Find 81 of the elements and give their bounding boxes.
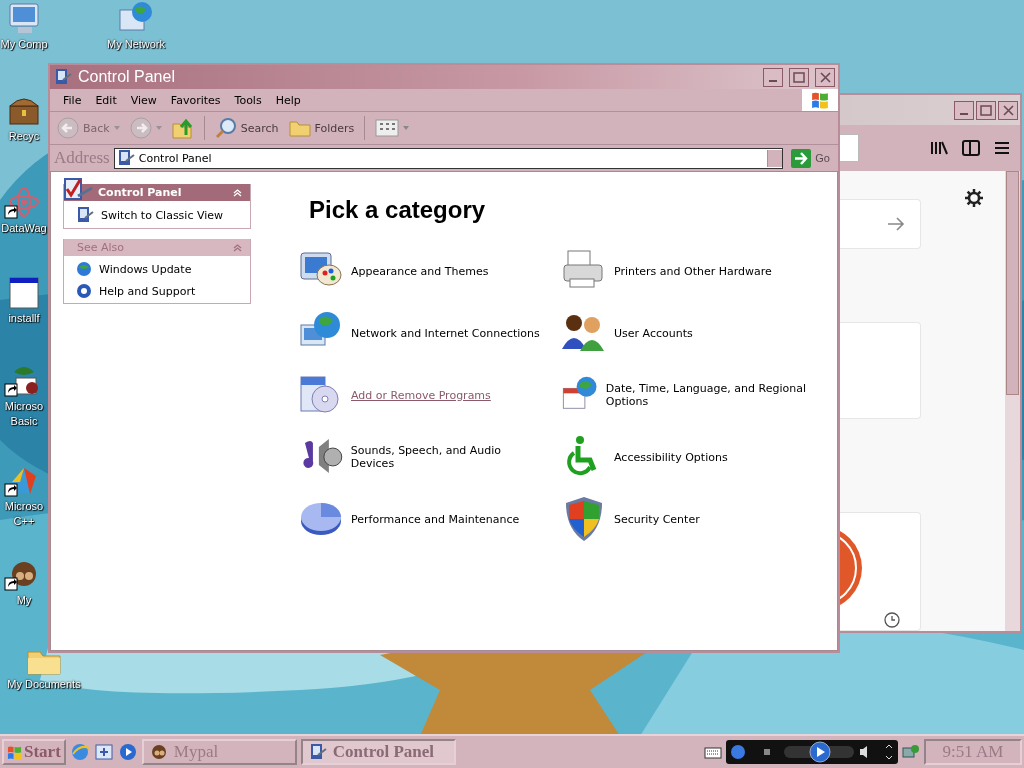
maximize-button[interactable] (976, 100, 996, 120)
folder-up-icon (171, 117, 194, 139)
category-link[interactable]: Sounds, Speech, and Audio Devices (297, 426, 547, 488)
views-icon (375, 119, 400, 137)
collapse-icon (233, 188, 242, 197)
category-link[interactable]: Appearance and Themes (297, 240, 547, 302)
menu-item[interactable]: Help (268, 93, 308, 107)
category-link[interactable]: Date, Time, Language, and Regional Options (560, 364, 810, 426)
globe-icon (76, 261, 92, 277)
menu-icon[interactable] (994, 141, 1010, 155)
settings-icon[interactable] (965, 189, 983, 207)
category-link[interactable]: Performance and Maintenance (297, 488, 547, 550)
menu-item[interactable]: Edit (88, 93, 124, 107)
close-button[interactable] (998, 100, 1018, 120)
clock: 9:51 AM (924, 739, 1022, 765)
search-button[interactable]: Search (211, 114, 282, 142)
keyboard-icon[interactable] (704, 745, 722, 759)
icon-label: installf (8, 312, 40, 325)
category-link[interactable]: Security Center (560, 488, 810, 550)
address-label: Address (54, 148, 110, 168)
clock-icon (884, 612, 900, 628)
pane-title: See Also (77, 241, 125, 254)
icon-label: Microso (4, 500, 44, 513)
folders-button[interactable]: Folders (285, 114, 358, 142)
library-icon[interactable] (930, 140, 948, 156)
network-tray-icon[interactable] (902, 743, 920, 761)
dropdown-button[interactable] (767, 149, 783, 167)
url-field[interactable] (840, 134, 859, 162)
caret-icon (155, 126, 162, 130)
monkey-icon (149, 743, 168, 761)
pane-header[interactable]: Control Panel (64, 184, 250, 201)
icon-label: My Documents (7, 678, 81, 691)
close-icon (1002, 104, 1014, 116)
icon-label: Recyc (8, 130, 40, 143)
window-title: Control Panel (78, 68, 176, 86)
caret-icon (403, 126, 410, 130)
icon-label: Basic (10, 415, 38, 428)
icon-label: My (16, 594, 32, 607)
go-button[interactable]: Go (787, 148, 834, 168)
close-icon (819, 71, 831, 83)
collapse-icon (233, 243, 242, 252)
pane-link[interactable]: Help and Support (76, 283, 242, 299)
menu-item[interactable]: View (123, 93, 164, 107)
minimize-button[interactable] (763, 67, 783, 87)
icon-label: Microso (4, 400, 44, 413)
scrollbar[interactable] (1005, 171, 1020, 631)
media-player-icon[interactable] (117, 742, 138, 762)
maximize-button[interactable] (789, 67, 809, 87)
category-link[interactable]: Add or Remove Programs (297, 364, 547, 426)
close-button[interactable] (815, 67, 835, 87)
menu-item[interactable]: Tools (227, 93, 269, 107)
pane-link[interactable]: Switch to Classic View (76, 206, 242, 224)
category-link[interactable]: Printers and Other Hardware (560, 240, 810, 302)
menu-item[interactable]: File (56, 93, 89, 107)
icon-label: My Network (106, 38, 166, 51)
help-icon (76, 283, 92, 299)
pane-title: Control Panel (98, 186, 182, 199)
category-link[interactable]: Accessibility Options (560, 426, 810, 488)
media-controls-drawing[interactable] (726, 740, 898, 764)
caret-icon (113, 126, 120, 130)
minimize-icon (960, 113, 968, 115)
windows-logo-icon (811, 91, 829, 109)
window-icon (54, 68, 72, 86)
category-link[interactable]: User Accounts (560, 302, 810, 364)
icon-label: My Comp (0, 38, 48, 51)
sidebar-icon[interactable] (962, 140, 980, 156)
pane-link[interactable]: Windows Update (76, 261, 242, 277)
search-icon (214, 117, 237, 139)
menu-item[interactable]: Favorites (163, 93, 228, 107)
address-field[interactable]: Control Panel (113, 147, 784, 169)
minimize-button[interactable] (954, 100, 974, 120)
maximize-icon (980, 104, 992, 116)
page-heading: Pick a category (309, 196, 487, 224)
folder-icon (288, 119, 311, 137)
icon-label: C++ (13, 515, 35, 528)
minimize-icon (769, 80, 777, 82)
windows-logo-icon (7, 744, 22, 760)
category-link[interactable]: Network and Internet Connections (297, 302, 547, 364)
maximize-icon (793, 71, 805, 83)
icon-label: DataWag (1, 222, 47, 235)
arrow-right-icon (887, 217, 905, 231)
